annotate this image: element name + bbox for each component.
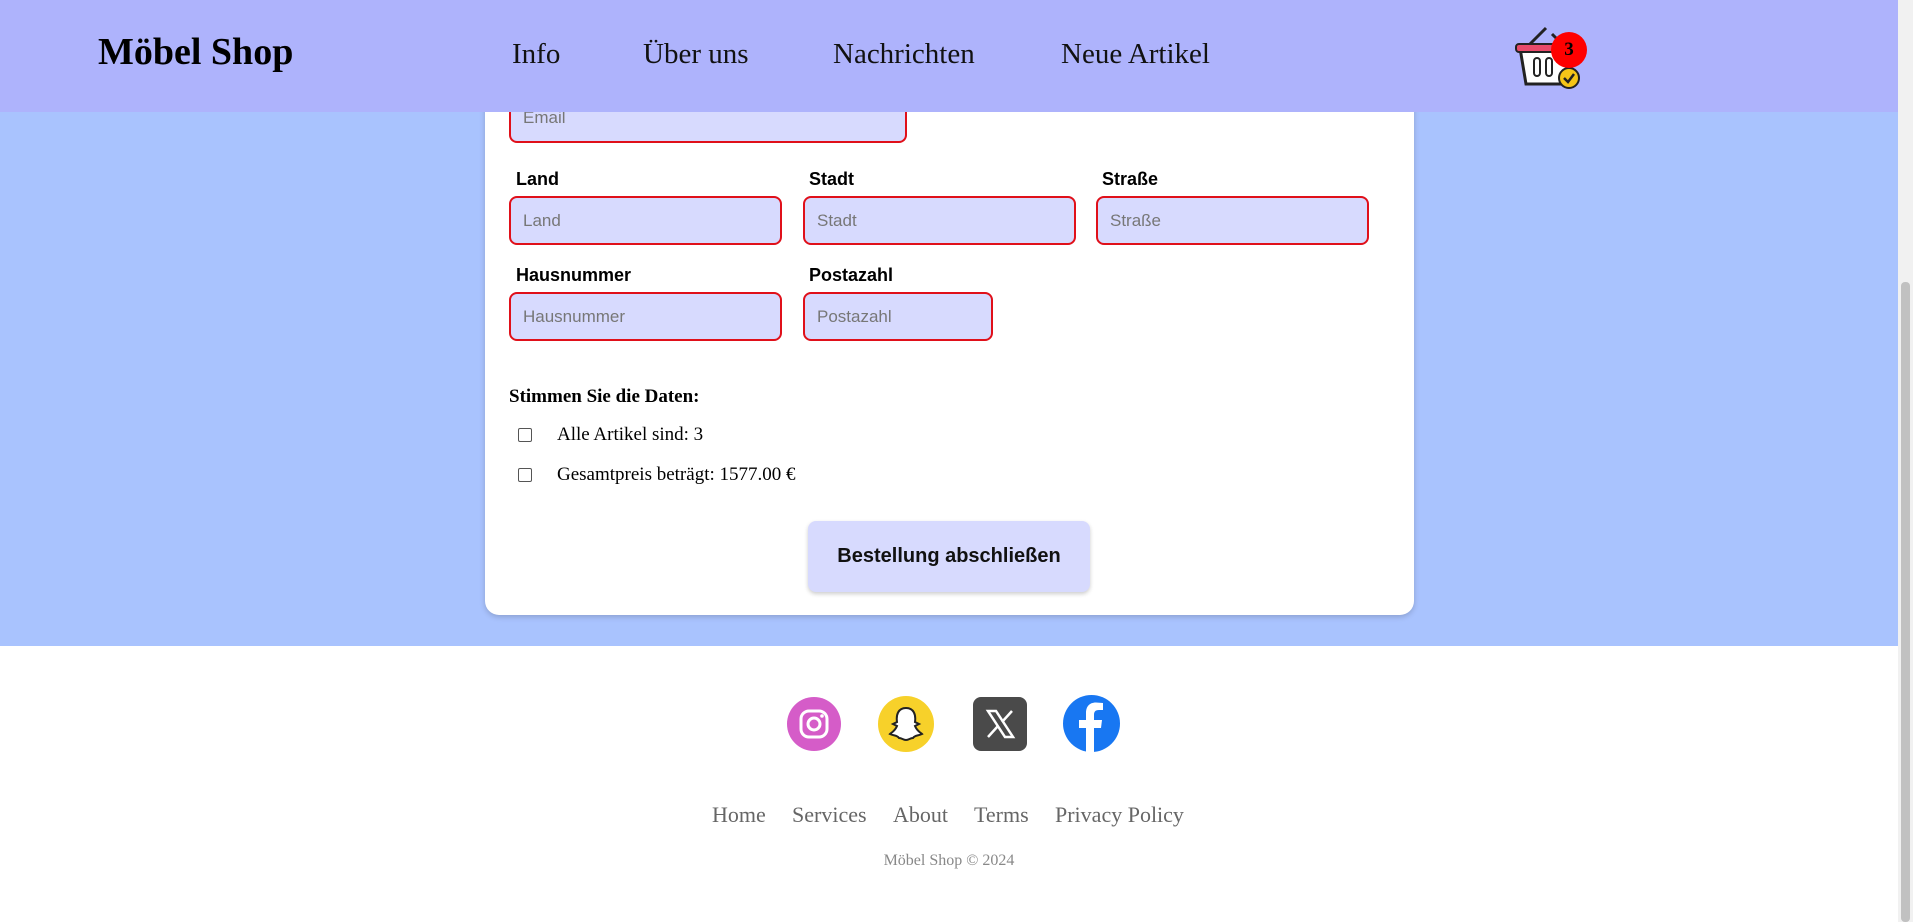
page-scrollbar-thumb[interactable] [1901, 282, 1910, 922]
cart-count-badge: 3 [1551, 32, 1587, 68]
check-row-total: Gesamtpreis beträgt: 1577.00 € [518, 464, 796, 486]
footer-link-terms[interactable]: Terms [974, 802, 1029, 828]
total-price-check-label: Gesamtpreis beträgt: 1577.00 € [557, 464, 796, 485]
nav-nachrichten[interactable]: Nachrichten [833, 38, 975, 71]
hausnummer-field[interactable] [509, 292, 782, 341]
strasse-label: Straße [1102, 169, 1159, 189]
check-row-articles: Alle Artikel sind: 3 [518, 424, 703, 446]
nav-ueber-uns[interactable]: Über uns [643, 38, 749, 71]
confirm-title: Stimmen Sie die Daten: [509, 386, 700, 407]
stadt-label: Stadt [809, 169, 854, 189]
land-label: Land [516, 169, 559, 189]
facebook-icon[interactable] [1063, 695, 1120, 752]
articles-checkbox[interactable] [518, 428, 532, 442]
footer-link-services[interactable]: Services [792, 802, 867, 828]
stadt-field[interactable] [803, 196, 1076, 245]
land-field[interactable] [509, 196, 782, 245]
x-twitter-icon[interactable] [973, 697, 1027, 751]
hausnummer-label: Hausnummer [516, 265, 632, 285]
postazahl-label: Postazahl [809, 265, 894, 285]
top-header: Möbel Shop Info Über uns Nachrichten Neu… [0, 0, 1898, 112]
copyright-text: Möbel Shop © 2024 [883, 852, 1015, 869]
postazahl-field[interactable] [803, 292, 993, 341]
articles-check-label: Alle Artikel sind: 3 [557, 424, 704, 445]
footer-link-home[interactable]: Home [712, 802, 766, 828]
total-price-checkbox[interactable] [518, 468, 532, 482]
strasse-field[interactable] [1096, 196, 1369, 245]
snapchat-icon[interactable] [878, 696, 934, 752]
nav-info[interactable]: Info [512, 38, 560, 71]
brand-logo-text: Möbel Shop [98, 31, 294, 73]
nav-neue-artikel[interactable]: Neue Artikel [1061, 38, 1210, 71]
submit-order-button[interactable]: Bestellung abschließen [808, 521, 1090, 592]
footer-link-about[interactable]: About [893, 802, 948, 828]
instagram-icon[interactable] [787, 697, 841, 751]
footer-link-privacy-policy[interactable]: Privacy Policy [1055, 802, 1184, 828]
